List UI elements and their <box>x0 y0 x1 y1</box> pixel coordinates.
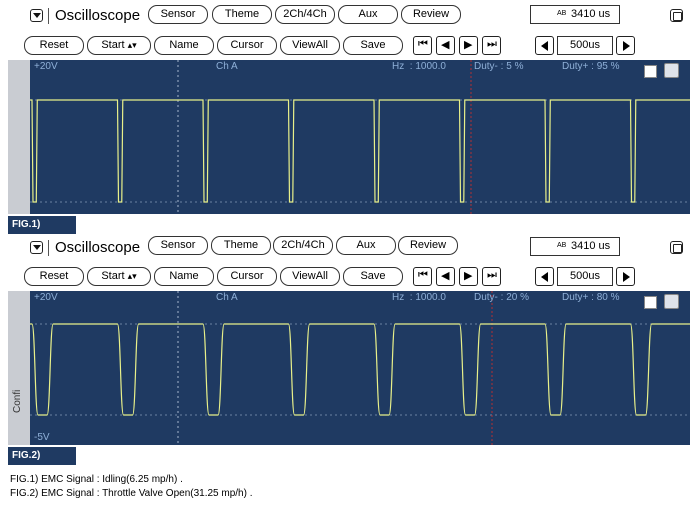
waveform-trace-2 <box>30 291 690 445</box>
timebase-value[interactable]: 500us <box>557 36 613 55</box>
scope-screen-2: +20V -5V Ch A Hz : 1000.0 Duty- : 20 % D… <box>30 291 690 445</box>
timebase-value[interactable]: 500us <box>557 267 613 286</box>
time-readout: AB 3410 us <box>530 5 620 24</box>
duty-plus-readout: Duty+ : 80 % <box>562 292 620 303</box>
timebase-decrease-icon[interactable] <box>535 267 554 286</box>
updown-icon: ▴▾ <box>127 40 137 50</box>
sensor-button[interactable]: Sensor <box>148 5 208 24</box>
skip-end-icon[interactable]: ⏭ <box>482 267 501 286</box>
menu-bar: Oscilloscope Sensor Theme 2Ch/4Ch Aux Re… <box>8 4 690 28</box>
ab-swap-icon: AB <box>557 10 567 17</box>
step-forward-icon[interactable]: ▶ <box>459 36 478 55</box>
frequency-readout: Hz : 1000.0 <box>392 61 446 72</box>
duty-minus-readout: Duty- : 20 % <box>474 292 530 303</box>
sensor-button[interactable]: Sensor <box>148 236 208 255</box>
timebase-increase-icon[interactable] <box>616 36 635 55</box>
cursor-button[interactable]: Cursor <box>217 36 277 55</box>
time-readout-value: 3410 us <box>571 8 611 20</box>
step-back-icon[interactable]: ◀ <box>436 36 455 55</box>
caption-1: FIG.1) EMC Signal : Idling(6.25 mp/h) . <box>10 474 183 485</box>
divider <box>48 8 49 24</box>
app-title: Oscilloscope <box>55 239 141 256</box>
scale-top-label: +20V <box>34 61 58 72</box>
save-button[interactable]: Save <box>343 36 403 55</box>
reset-button[interactable]: Reset <box>24 36 84 55</box>
time-readout: AB 3410 us <box>530 237 620 256</box>
settings-icon[interactable] <box>664 63 679 78</box>
side-handle[interactable] <box>8 60 31 214</box>
app-title: Oscilloscope <box>55 7 141 24</box>
waveform-trace-1 <box>30 60 690 214</box>
skip-start-icon[interactable]: ⏮ <box>413 36 432 55</box>
ab-swap-icon: AB <box>557 242 567 249</box>
review-button[interactable]: Review <box>401 5 461 24</box>
start-button[interactable]: Start ▴▾ <box>87 267 151 286</box>
control-bar: Reset Start ▴▾ Name Cursor ViewAll Save … <box>8 35 690 59</box>
oscilloscope-panel-2: Oscilloscope Sensor Theme 2Ch/4Ch Aux Re… <box>8 235 690 445</box>
review-button[interactable]: Review <box>398 236 458 255</box>
channel-mode-button[interactable]: 2Ch/4Ch <box>273 236 333 255</box>
menu-bar: Oscilloscope Sensor Theme 2Ch/4Ch Aux Re… <box>8 235 690 259</box>
window-toggle-icon[interactable] <box>670 241 683 254</box>
updown-icon: ▴▾ <box>127 271 137 281</box>
start-label: Start <box>101 39 125 51</box>
checkbox[interactable] <box>644 296 657 309</box>
aux-button[interactable]: Aux <box>336 236 396 255</box>
step-back-icon[interactable]: ◀ <box>436 267 455 286</box>
timebase-increase-icon[interactable] <box>616 267 635 286</box>
start-label: Start <box>101 270 125 282</box>
menu-dropdown-icon[interactable] <box>30 9 43 22</box>
name-button[interactable]: Name <box>154 36 214 55</box>
scope-screen-1: +20V Ch A Hz : 1000.0 Duty- : 5 % Duty+ … <box>30 60 690 214</box>
timebase-decrease-icon[interactable] <box>535 36 554 55</box>
reset-button[interactable]: Reset <box>24 267 84 286</box>
channel-mode-button[interactable]: 2Ch/4Ch <box>275 5 335 24</box>
window-toggle-icon[interactable] <box>670 9 683 22</box>
theme-button[interactable]: Theme <box>212 5 272 24</box>
menu-dropdown-icon[interactable] <box>30 241 43 254</box>
figure-tag-1: FIG.1) <box>8 216 76 234</box>
scale-top-label: +20V <box>34 292 58 303</box>
scale-bottom-label: -5V <box>34 432 50 443</box>
step-forward-icon[interactable]: ▶ <box>459 267 478 286</box>
checkbox[interactable] <box>644 65 657 78</box>
aux-button[interactable]: Aux <box>338 5 398 24</box>
channel-label: Ch A <box>216 292 238 303</box>
channel-label: Ch A <box>216 61 238 72</box>
signal-trace <box>30 99 690 203</box>
save-button[interactable]: Save <box>343 267 403 286</box>
time-readout-value: 3410 us <box>571 240 611 252</box>
side-config-label: Confi <box>12 389 23 413</box>
signal-trace <box>30 323 690 416</box>
control-bar: Reset Start ▴▾ Name Cursor ViewAll Save … <box>8 266 690 290</box>
name-button[interactable]: Name <box>154 267 214 286</box>
settings-icon[interactable] <box>664 294 679 309</box>
viewall-button[interactable]: ViewAll <box>280 267 340 286</box>
divider <box>48 240 49 256</box>
oscilloscope-panel-1: Oscilloscope Sensor Theme 2Ch/4Ch Aux Re… <box>8 4 690 214</box>
side-handle[interactable]: Confi <box>8 291 31 445</box>
theme-button[interactable]: Theme <box>211 236 271 255</box>
duty-plus-readout: Duty+ : 95 % <box>562 61 620 72</box>
start-button[interactable]: Start ▴▾ <box>87 36 151 55</box>
frequency-readout: Hz : 1000.0 <box>392 292 446 303</box>
figure-tag-2: FIG.2) <box>8 447 76 465</box>
cursor-button[interactable]: Cursor <box>217 267 277 286</box>
duty-minus-readout: Duty- : 5 % <box>474 61 524 72</box>
skip-start-icon[interactable]: ⏮ <box>413 267 432 286</box>
viewall-button[interactable]: ViewAll <box>280 36 340 55</box>
caption-2: FIG.2) EMC Signal : Throttle Valve Open(… <box>10 488 253 499</box>
skip-end-icon[interactable]: ⏭ <box>482 36 501 55</box>
